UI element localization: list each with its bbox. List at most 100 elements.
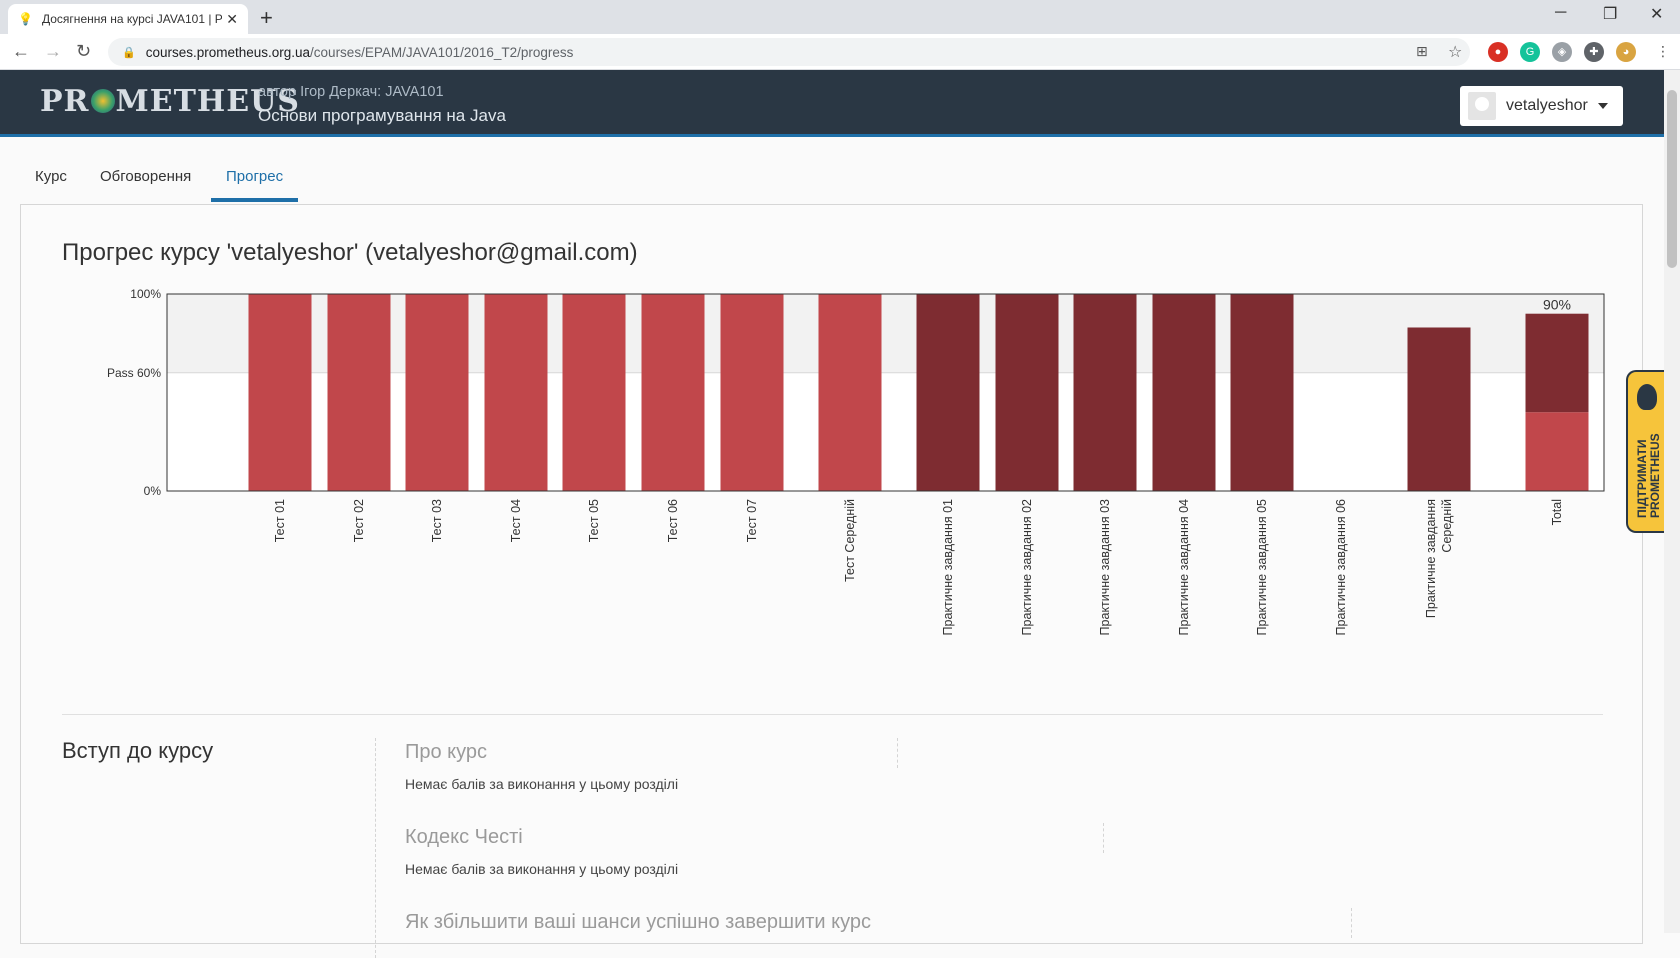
support-prometheus-widget[interactable]: ПІДТРИМАТИ PROMETHEUS (1626, 370, 1666, 533)
close-tab-icon[interactable]: ✕ (226, 11, 238, 28)
support-line-1: ПІДТРИМАТИ (1635, 439, 1649, 519)
course-name: Основи програмування на Java (258, 106, 506, 125)
bookmark-star-icon[interactable]: ☆ (1448, 42, 1462, 62)
forward-button[interactable]: → (44, 41, 62, 62)
x-tick-label: Практичне завдання 06 (1334, 499, 1348, 635)
avatar (1468, 92, 1496, 120)
scroll-thumb[interactable] (1667, 90, 1677, 268)
support-line-2: PROMETHEUS (1648, 433, 1662, 518)
url-field[interactable]: 🔒 courses.prometheus.org.ua/courses/EPAM… (108, 38, 1470, 66)
extension-shield-icon[interactable]: ◈ (1552, 42, 1572, 62)
bar (1230, 294, 1294, 491)
progress-panel: Прогрес курсу 'vetalyeshor' (vetalyeshor… (20, 204, 1643, 958)
x-tick-label: Середній (1440, 499, 1454, 553)
section-success-tips: Як збільшити ваші шанси успішно завершит… (405, 911, 871, 934)
username: vetalyeshor (1506, 97, 1588, 114)
minimize-button[interactable]: ─ (1555, 4, 1566, 22)
x-tick-label: Тест 07 (745, 499, 759, 542)
x-tick-label: Практичне завдання 04 (1177, 499, 1191, 635)
bar (327, 294, 391, 491)
tab-title: Досягнення на курсі JAVA101 | Prometheus (42, 12, 222, 26)
course-nav: Курс Обговорення Прогрес (0, 140, 1664, 204)
bar (995, 294, 1059, 491)
restore-button[interactable]: ❐ (1603, 4, 1617, 24)
bar-total-test (1525, 412, 1589, 491)
profile-avatar-icon[interactable]: ◕ (1616, 42, 1636, 62)
reload-button[interactable]: ↻ (76, 41, 91, 62)
section-separator (1351, 908, 1352, 938)
section-divider (62, 714, 1603, 715)
section-note: Немає балів за виконання у цьому розділі (405, 776, 679, 792)
bar (916, 294, 980, 491)
new-tab-button[interactable]: + (260, 5, 273, 31)
x-tick-label: Практичне завдання (1424, 499, 1438, 618)
address-bar-row: ← → ↻ 🔒 courses.prometheus.org.ua/course… (0, 34, 1680, 70)
logo-text-left: PR (40, 84, 90, 119)
browser-tabbar: 💡 Досягнення на курсі JAVA101 | Promethe… (0, 0, 1680, 34)
tab-progress[interactable]: Прогрес (226, 168, 283, 185)
section-title[interactable]: Кодекс Честі (405, 826, 678, 849)
page-title: Прогрес курсу 'vetalyeshor' (vetalyeshor… (62, 239, 638, 266)
chapter-title: Вступ до курсу (62, 738, 214, 763)
bar (1073, 294, 1137, 491)
active-tab-underline (211, 198, 298, 202)
y-tick-label: 100% (130, 287, 161, 301)
url-host: courses.prometheus.org.ua (145, 44, 311, 60)
chapter-separator (375, 738, 376, 958)
lock-icon: 🔒 (122, 46, 136, 59)
page-scrollbar[interactable] (1664, 70, 1680, 933)
x-tick-label: Практичне завдання 05 (1255, 499, 1269, 635)
progress-chart: 100% Pass 60% 0% Тест 01 Тест 02 Тест 03 Тест … (107, 287, 1605, 635)
bar (1152, 294, 1216, 491)
x-tick-label: Тест 05 (587, 499, 601, 542)
section-separator (1103, 823, 1104, 853)
course-author: автор Ігор Деркач: JAVA101 (258, 84, 444, 100)
favicon-icon: 💡 (18, 12, 33, 26)
x-tick-label: Практичне завдання 03 (1098, 499, 1112, 635)
tab-discussion[interactable]: Обговорення (100, 168, 191, 185)
extension-grammarly-icon[interactable]: G (1520, 42, 1540, 62)
close-window-button[interactable]: ✕ (1650, 4, 1663, 24)
user-menu-button[interactable]: vetalyeshor (1460, 86, 1623, 126)
url-path: /courses/EPAM/JAVA101/2016_T2/progress (310, 44, 574, 60)
x-tick-label: Практичне завдання 01 (941, 499, 955, 635)
bar (562, 294, 626, 491)
back-button[interactable]: ← (12, 41, 30, 62)
menu-kebab-icon[interactable]: ⋮ (1656, 43, 1670, 60)
bulb-icon (1637, 384, 1657, 410)
browser-tab[interactable]: 💡 Досягнення на курсі JAVA101 | Promethe… (8, 4, 248, 34)
y-tick-label: 0% (144, 484, 162, 498)
site-header: PR METHEUS автор Ігор Деркач: JAVA101 Осн… (0, 70, 1664, 137)
x-tick-label: Тест Середній (843, 499, 857, 582)
logo-bulb-icon (90, 89, 115, 113)
y-tick-label: Pass 60% (107, 366, 161, 380)
section-title[interactable]: Як збільшити ваші шанси успішно завершит… (405, 911, 871, 934)
section-about: Про курс Немає балів за виконання у цьом… (405, 741, 678, 792)
translate-icon[interactable]: ⊞ (1416, 43, 1428, 60)
x-tick-label: Тест 06 (666, 499, 680, 542)
x-tick-label: Тест 02 (352, 499, 366, 542)
x-tick-label: Практичне завдання 02 (1020, 499, 1034, 635)
x-tick-label: Total (1550, 499, 1564, 525)
total-value-label: 90% (1543, 297, 1571, 313)
section-separator (897, 738, 898, 768)
bar-total-practical (1525, 313, 1589, 413)
bar (818, 294, 882, 491)
x-tick-label: Тест 01 (273, 499, 287, 542)
caret-down-icon (1597, 103, 1608, 109)
x-tick-label: Тест 04 (509, 499, 523, 542)
bar (405, 294, 469, 491)
extensions-puzzle-icon[interactable]: ✚ (1584, 42, 1604, 62)
section-honor-code: Кодекс Честі Немає балів за виконання у … (405, 826, 678, 877)
section-title[interactable]: Про курс (405, 741, 678, 764)
extension-adblock-icon[interactable]: ● (1488, 42, 1508, 62)
support-label: ПІДТРИМАТИ PROMETHEUS (1635, 433, 1662, 519)
tab-course[interactable]: Курс (35, 168, 67, 185)
x-tick-label: Тест 03 (430, 499, 444, 542)
bar (720, 294, 784, 491)
bar (484, 294, 548, 491)
section-note: Немає балів за виконання у цьому розділі (405, 861, 679, 877)
bar (248, 294, 312, 491)
bar (641, 294, 705, 491)
bar (1407, 327, 1471, 491)
